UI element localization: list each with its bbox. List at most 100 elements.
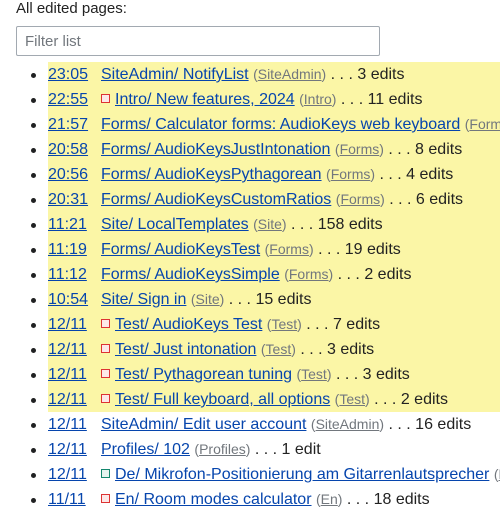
filter-input[interactable] xyxy=(16,26,380,56)
page-title-link[interactable]: De/ Mikrofon-Positionierung am Gitarrenl… xyxy=(115,466,489,483)
time-link[interactable]: 12/11 xyxy=(48,462,101,487)
group-tag: (Forms) xyxy=(334,141,384,157)
list-item: 12/11 De/ Mikrofon-Positionierung am Gita… xyxy=(0,462,500,487)
change-marker-red-icon xyxy=(101,394,110,404)
change-marker-red-icon xyxy=(101,494,110,504)
group-link[interactable]: Forms xyxy=(340,191,380,207)
edit-count: 15 edits xyxy=(255,291,312,308)
time-link[interactable]: 12/11 xyxy=(48,412,101,437)
group-tag: (Test) xyxy=(296,366,332,382)
group-link[interactable]: Test xyxy=(266,341,292,357)
page-title-link[interactable]: Intro/ New features, 2024 xyxy=(115,91,295,108)
group-link[interactable]: Forms xyxy=(269,241,309,257)
page-title-link[interactable]: Site/ Sign in xyxy=(101,291,186,308)
time-link[interactable]: 20:56 xyxy=(48,162,101,187)
group-link[interactable]: Forms xyxy=(289,266,329,282)
group-link[interactable]: Forms xyxy=(340,141,380,157)
time-link[interactable]: 23:05 xyxy=(48,62,101,87)
row-content: 10:54 Site/ Sign in (Site) . . . 15 edits xyxy=(48,287,311,312)
time-link[interactable]: 20:31 xyxy=(48,187,101,212)
row-content: 22:55 Intro/ New features, 2024 (Intro) .… xyxy=(48,87,422,112)
row-content: 11:12 Forms/ AudioKeysSimple (Forms) . . … xyxy=(48,262,411,287)
page-title-link[interactable]: Forms/ AudioKeysPythagorean xyxy=(101,166,322,183)
list-bullet xyxy=(31,298,36,303)
page-title-link[interactable]: Forms/ AudioKeysSimple xyxy=(101,266,280,283)
group-tag: (Site) xyxy=(253,216,287,232)
row-content: 12/11 De/ Mikrofon-Positionierung am Gita… xyxy=(48,462,500,487)
list-bullet xyxy=(31,373,36,378)
time-link[interactable]: 12/11 xyxy=(48,337,101,362)
page-title-link[interactable]: Forms/ AudioKeysTest xyxy=(101,241,260,258)
page-title-link[interactable]: Profiles/ 102 xyxy=(101,441,190,458)
group-link[interactable]: SiteAdmin xyxy=(316,416,380,432)
time-link[interactable]: 21:57 xyxy=(48,112,101,137)
row-content: 21:57 Forms/ Calculator forms: AudioKeys … xyxy=(48,112,500,137)
list-item: 20:31 Forms/ AudioKeysCustomRatios (Forms… xyxy=(0,187,500,212)
group-link[interactable]: Forms xyxy=(331,166,371,182)
group-link[interactable]: Intro xyxy=(304,91,332,107)
group-link[interactable]: Test xyxy=(271,316,297,332)
page-title-link[interactable]: SiteAdmin/ NotifyList xyxy=(101,66,249,83)
time-link[interactable]: 12/11 xyxy=(48,312,101,337)
page-title-link[interactable]: Site/ LocalTemplates xyxy=(101,216,249,233)
list-item: 23:05 SiteAdmin/ NotifyList (SiteAdmin) .… xyxy=(0,62,500,87)
group-link[interactable]: En xyxy=(321,491,338,507)
time-link[interactable]: 12/11 xyxy=(48,362,101,387)
list-item: 12/11 Test/ Just intonation (Test) . . . … xyxy=(0,337,500,362)
row-content: 12/11 Test/ Full keyboard, all options (T… xyxy=(48,387,448,412)
group-link[interactable]: SiteAdmin xyxy=(258,66,322,82)
edit-count: 2 edits xyxy=(364,266,412,283)
page-title-link[interactable]: Test/ Full keyboard, all options xyxy=(115,391,330,408)
group-tag: (Forms) xyxy=(465,116,500,132)
list-item: 10:54 Site/ Sign in (Site) . . . 15 edits xyxy=(0,287,500,312)
change-marker-red-icon xyxy=(101,94,110,104)
edit-count: 2 edits xyxy=(400,391,448,408)
list-item: 22:55 Intro/ New features, 2024 (Intro) .… xyxy=(0,87,500,112)
list-bullet xyxy=(31,273,36,278)
list-item: 11:21 Site/ LocalTemplates (Site) . . . 1… xyxy=(0,212,500,237)
row-content: 12/11 SiteAdmin/ Edit user account (SiteA… xyxy=(48,412,471,437)
group-tag: (Site) xyxy=(190,291,225,307)
group-link[interactable]: Test xyxy=(301,366,327,382)
edit-count: 16 edits xyxy=(415,416,472,433)
time-link[interactable]: 12/11 xyxy=(48,437,101,462)
edit-count: 4 edits xyxy=(406,166,454,183)
group-tag: (Test) xyxy=(266,316,302,332)
group-link[interactable]: Forms xyxy=(469,116,500,132)
time-link[interactable]: 22:55 xyxy=(48,87,101,112)
group-tag: (En) xyxy=(315,491,343,507)
page-title-link[interactable]: Test/ Just intonation xyxy=(115,341,256,358)
page-title-link[interactable]: Forms/ AudioKeysCustomRatios xyxy=(101,191,331,208)
time-link[interactable]: 20:58 xyxy=(48,137,101,162)
page-heading: All edited pages: xyxy=(16,0,127,17)
list-item: 20:58 Forms/ AudioKeysJustIntonation (For… xyxy=(0,137,500,162)
page-title-link[interactable]: Forms/ Calculator forms: AudioKeys web k… xyxy=(101,116,460,133)
row-content: 11:21 Site/ LocalTemplates (Site) . . . 1… xyxy=(48,212,383,237)
group-link[interactable]: Profiles xyxy=(199,441,246,457)
page-title-link[interactable]: Test/ AudioKeys Test xyxy=(115,316,262,333)
row-content: 23:05 SiteAdmin/ NotifyList (SiteAdmin) .… xyxy=(48,62,404,87)
list-item: 21:57 Forms/ Calculator forms: AudioKeys … xyxy=(0,112,500,137)
row-content: 20:58 Forms/ AudioKeysJustIntonation (For… xyxy=(48,137,462,162)
page-title-link[interactable]: Test/ Pythagorean tuning xyxy=(115,366,292,383)
list-item: 12/11 Test/ Full keyboard, all options (T… xyxy=(0,387,500,412)
list-bullet xyxy=(31,123,36,128)
edit-count: 19 edits xyxy=(344,241,401,258)
edit-count: 6 edits xyxy=(415,191,464,208)
row-content: 12/11 Profiles/ 102 (Profiles) . . . 1 ed… xyxy=(48,437,321,462)
page-title-link[interactable]: SiteAdmin/ Edit user account xyxy=(101,416,306,433)
time-link[interactable]: 10:54 xyxy=(48,287,101,312)
time-link[interactable]: 11:21 xyxy=(48,212,101,237)
group-tag: (Forms) xyxy=(264,241,314,257)
group-link[interactable]: Site xyxy=(258,216,282,232)
group-tag: (Forms) xyxy=(284,266,334,282)
group-link[interactable]: Site xyxy=(196,291,220,307)
time-link[interactable]: 12/11 xyxy=(48,387,101,412)
list-item: 11:19 Forms/ AudioKeysTest (Forms) . . . … xyxy=(0,237,500,262)
time-link[interactable]: 11:12 xyxy=(48,262,101,287)
group-tag: (Test) xyxy=(260,341,296,357)
group-link[interactable]: Test xyxy=(339,391,365,407)
edit-count: 7 edits xyxy=(332,316,381,333)
time-link[interactable]: 11:19 xyxy=(48,237,101,262)
page-title-link[interactable]: Forms/ AudioKeysJustIntonation xyxy=(101,141,330,158)
